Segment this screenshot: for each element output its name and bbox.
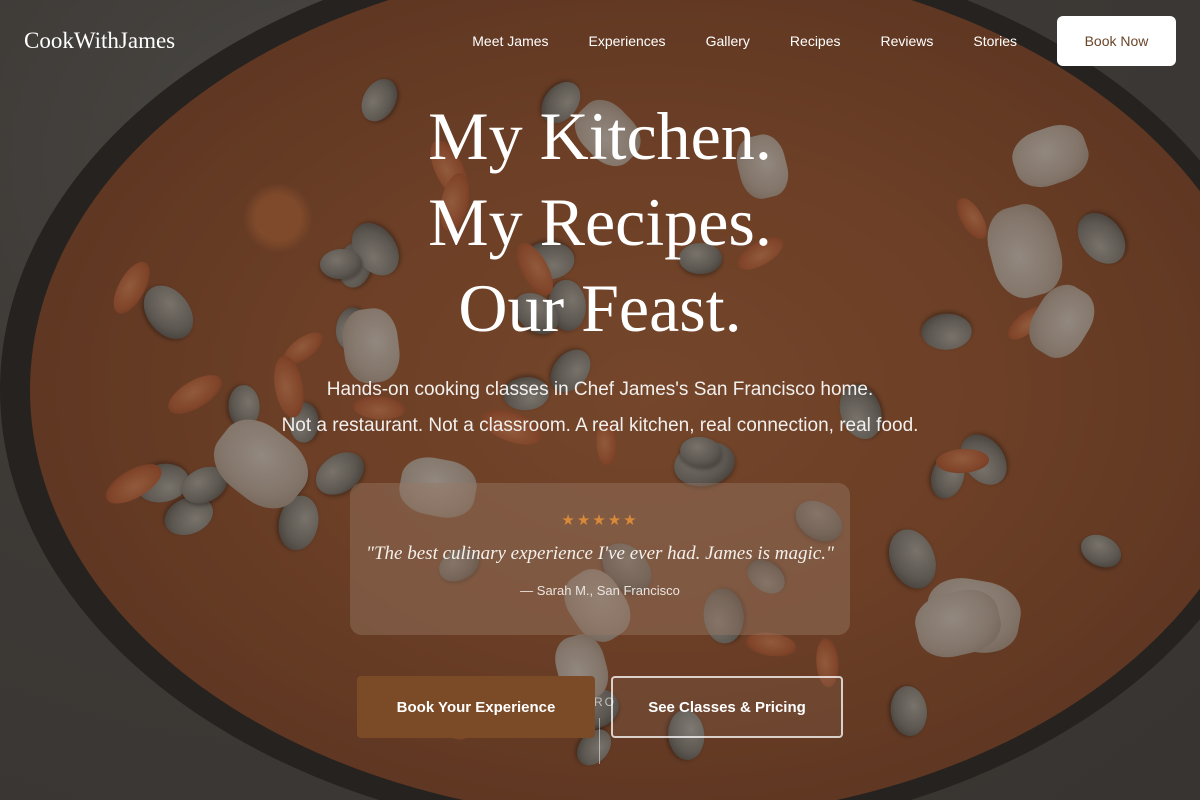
see-classes-pricing-button[interactable]: See Classes & Pricing: [611, 676, 843, 738]
book-experience-button[interactable]: Book Your Experience: [357, 676, 595, 738]
testimonial-author: — Sarah M., San Francisco: [520, 583, 680, 598]
headline-line-2: My Recipes.: [428, 184, 772, 260]
top-navigation: CookWithJames Meet James Experiences Gal…: [0, 0, 1200, 82]
nav-link-reviews[interactable]: Reviews: [881, 33, 934, 49]
hero-subtext: Hands-on cooking classes in Chef James's…: [0, 372, 1200, 444]
nav-links: Meet James Experiences Gallery Recipes R…: [472, 33, 1017, 49]
subtext-line-2: Not a restaurant. Not a classroom. A rea…: [281, 415, 919, 436]
testimonial-card: ★★★★★ "The best culinary experience I've…: [350, 483, 850, 635]
headline-line-1: My Kitchen.: [428, 98, 772, 174]
subtext-line-1: Hands-on cooking classes in Chef James's…: [326, 379, 874, 400]
hero-headline: My Kitchen. My Recipes. Our Feast.: [0, 93, 1200, 351]
site-logo[interactable]: CookWithJames: [24, 28, 175, 54]
headline-line-3: Our Feast.: [458, 270, 742, 346]
nav-link-recipes[interactable]: Recipes: [790, 33, 841, 49]
book-now-button[interactable]: Book Now: [1057, 16, 1176, 66]
star-rating: ★★★★★: [561, 512, 639, 529]
nav-link-meet-james[interactable]: Meet James: [472, 33, 548, 49]
nav-link-experiences[interactable]: Experiences: [589, 33, 666, 49]
nav-link-gallery[interactable]: Gallery: [706, 33, 750, 49]
nav-link-stories[interactable]: Stories: [973, 33, 1017, 49]
testimonial-quote: "The best culinary experience I've ever …: [366, 543, 834, 564]
scroll-indicator-line: [599, 718, 600, 764]
